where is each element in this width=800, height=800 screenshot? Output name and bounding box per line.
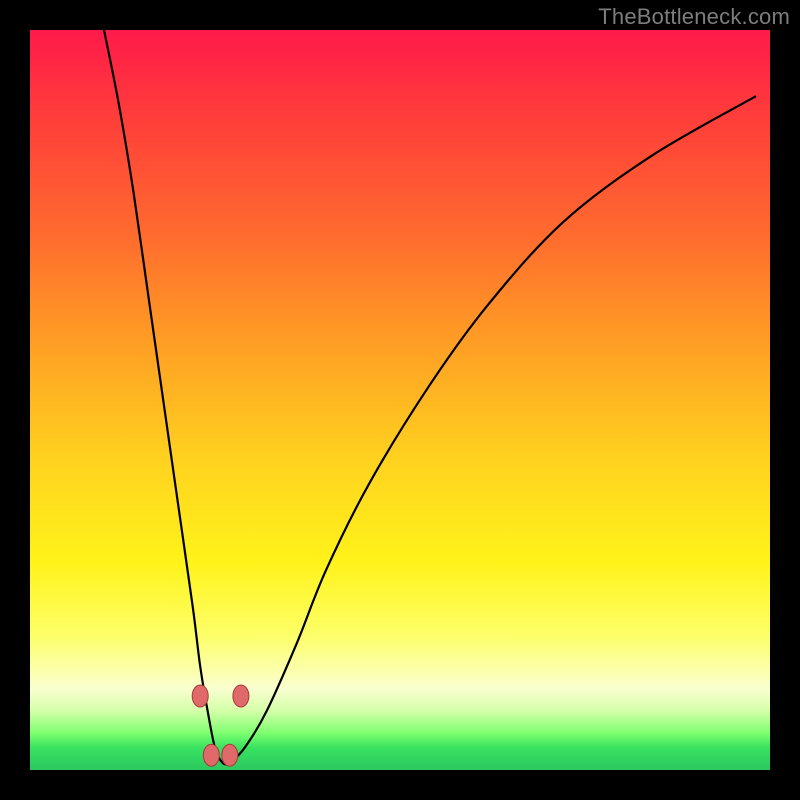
chart-frame: TheBottleneck.com [0,0,800,800]
marker-left-lower-dot [203,744,219,766]
marker-left-upper-dot [192,685,208,707]
chart-svg [30,30,770,770]
curve-path [104,30,755,764]
bottleneck-curve [104,30,755,764]
watermark-text: TheBottleneck.com [598,4,790,30]
marker-right-upper-dot [233,685,249,707]
plot-area [30,30,770,770]
marker-right-lower-dot [222,744,238,766]
